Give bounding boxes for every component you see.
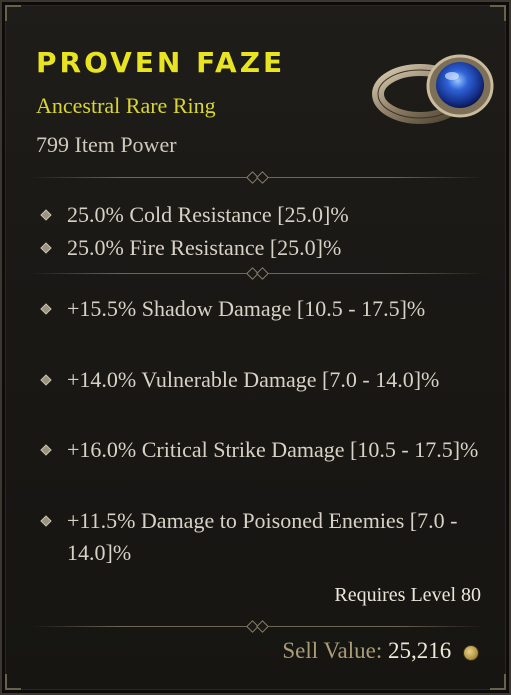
level-requirement: Requires Level 80 [334,584,481,606]
frame-corner [5,5,21,21]
sell-value: Sell Value: 25,216 [282,638,479,664]
bullet-icon [40,209,52,221]
item-power: 799 Item Power [36,132,177,157]
frame-corner [490,5,506,21]
frame-corner [5,674,21,690]
sell-value-label: Sell Value: [282,638,383,663]
item-type: Ancestral Rare Ring [36,93,216,118]
bullet-icon [40,444,52,456]
item-tooltip: PROVEN FAZE Ancestral Rare Ring 799 Item… [0,0,511,695]
sell-value-amount: 25,216 [388,638,452,663]
bullet-icon [40,515,52,527]
section-divider [30,171,485,184]
bullet-icon [40,303,52,315]
section-divider [30,620,485,633]
frame-corner [490,674,506,690]
bullet-icon [40,242,52,254]
item-name: PROVEN FAZE [36,46,286,79]
bullet-icon [40,374,52,386]
ring-icon [372,54,494,124]
gold-coin-icon [463,644,479,661]
section-divider [30,267,485,280]
